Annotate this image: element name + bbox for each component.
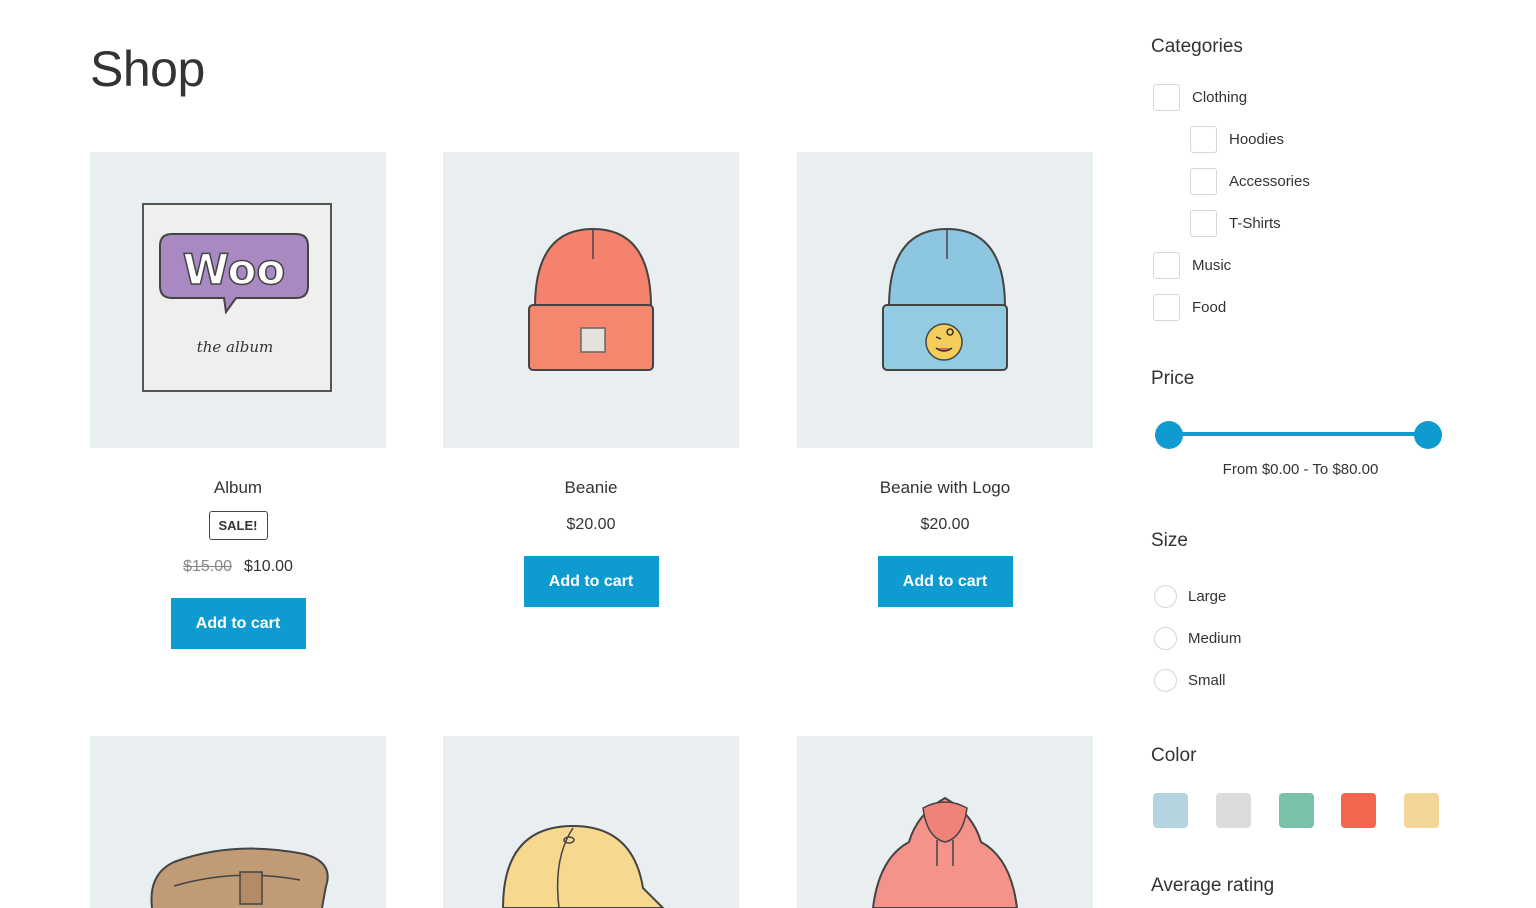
beanie-image[interactable] — [443, 152, 739, 448]
cap-image[interactable] — [443, 736, 739, 908]
price-max-handle[interactable] — [1414, 421, 1442, 449]
category-music[interactable]: Music — [1153, 252, 1231, 279]
page-title: Shop — [90, 41, 205, 97]
price: $15.00 $10.00 — [90, 558, 386, 576]
price: $20.00 — [566, 516, 616, 533]
album-image[interactable]: Woo the album — [90, 152, 386, 448]
category-clothing[interactable]: Clothing — [1153, 84, 1247, 111]
belt-illustration — [150, 847, 329, 908]
size-small[interactable]: Small — [1154, 669, 1226, 692]
sale-badge: SALE! — [208, 511, 268, 540]
hoodie-image[interactable] — [797, 736, 1093, 908]
price-min-handle[interactable] — [1155, 421, 1183, 449]
add-to-cart-button[interactable]: Add to cart — [170, 598, 306, 649]
add-to-cart-button[interactable]: Add to cart — [877, 556, 1013, 607]
size-medium[interactable]: Medium — [1154, 627, 1241, 650]
price: $20.00 — [920, 516, 970, 533]
album-art-illustration: Woo the album — [142, 203, 332, 392]
sale-price: $10.00 — [244, 558, 293, 575]
checkbox[interactable] — [1190, 126, 1217, 153]
product-card-belt — [90, 736, 386, 908]
color-swatch-light-blue[interactable] — [1153, 793, 1188, 828]
average-rating-title: Average rating — [1151, 875, 1275, 896]
category-hoodies[interactable]: Hoodies — [1190, 126, 1284, 153]
price-range-text: From $0.00 - To $80.00 — [1222, 461, 1379, 478]
category-food[interactable]: Food — [1153, 294, 1226, 321]
category-label: Clothing — [1192, 89, 1248, 106]
radio-button[interactable] — [1154, 669, 1177, 692]
price-slider-track[interactable] — [1169, 432, 1428, 436]
product-name[interactable]: Album — [90, 478, 386, 498]
cap-illustration — [501, 824, 665, 908]
size-label: Large — [1188, 588, 1227, 605]
checkbox[interactable] — [1153, 252, 1180, 279]
checkbox[interactable] — [1190, 168, 1217, 195]
add-to-cart-button[interactable]: Add to cart — [523, 556, 659, 607]
beanie-logo-image[interactable] — [797, 152, 1093, 448]
category-label: T-Shirts — [1229, 215, 1281, 232]
checkbox[interactable] — [1153, 84, 1180, 111]
category-label: Accessories — [1229, 173, 1310, 190]
checkbox[interactable] — [1153, 294, 1180, 321]
product-name[interactable]: Beanie — [443, 478, 739, 498]
product-card-hoodie — [797, 736, 1093, 908]
size-title: Size — [1151, 530, 1188, 551]
product-card-beanie-with-logo: Beanie with Logo $20.00 Add to cart — [797, 152, 1093, 607]
hoodie-illustration — [871, 796, 1019, 908]
radio-button[interactable] — [1154, 585, 1177, 608]
album-art-subtitle: the album — [197, 338, 274, 356]
price-title: Price — [1151, 368, 1195, 389]
color-swatch-green[interactable] — [1279, 793, 1314, 828]
size-large[interactable]: Large — [1154, 585, 1226, 608]
category-label: Hoodies — [1229, 131, 1285, 148]
category-accessories[interactable]: Accessories — [1190, 168, 1310, 195]
color-swatch-yellow[interactable] — [1404, 793, 1439, 828]
category-label: Food — [1192, 299, 1227, 316]
product-card-cap — [443, 736, 739, 908]
categories-title: Categories — [1151, 36, 1243, 57]
belt-image[interactable] — [90, 736, 386, 908]
checkbox[interactable] — [1190, 210, 1217, 237]
product-card-beanie: Beanie $20.00 Add to cart — [443, 152, 739, 607]
size-label: Medium — [1188, 630, 1242, 647]
color-swatch-red[interactable] — [1341, 793, 1376, 828]
category-t-shirts[interactable]: T-Shirts — [1190, 210, 1281, 237]
beanie-logo-illustration — [882, 227, 1008, 371]
category-label: Music — [1192, 257, 1232, 274]
old-price: $15.00 — [183, 558, 232, 575]
album-art-woo: Woo — [183, 245, 286, 294]
color-title: Color — [1151, 745, 1197, 766]
product-name[interactable]: Beanie with Logo — [797, 478, 1093, 498]
size-label: Small — [1188, 672, 1226, 689]
product-card-album: Woo the album Album SALE! $15.00 $10.00 A… — [90, 152, 386, 649]
color-swatch-gray[interactable] — [1216, 793, 1251, 828]
radio-button[interactable] — [1154, 627, 1177, 650]
beanie-illustration — [528, 227, 654, 371]
